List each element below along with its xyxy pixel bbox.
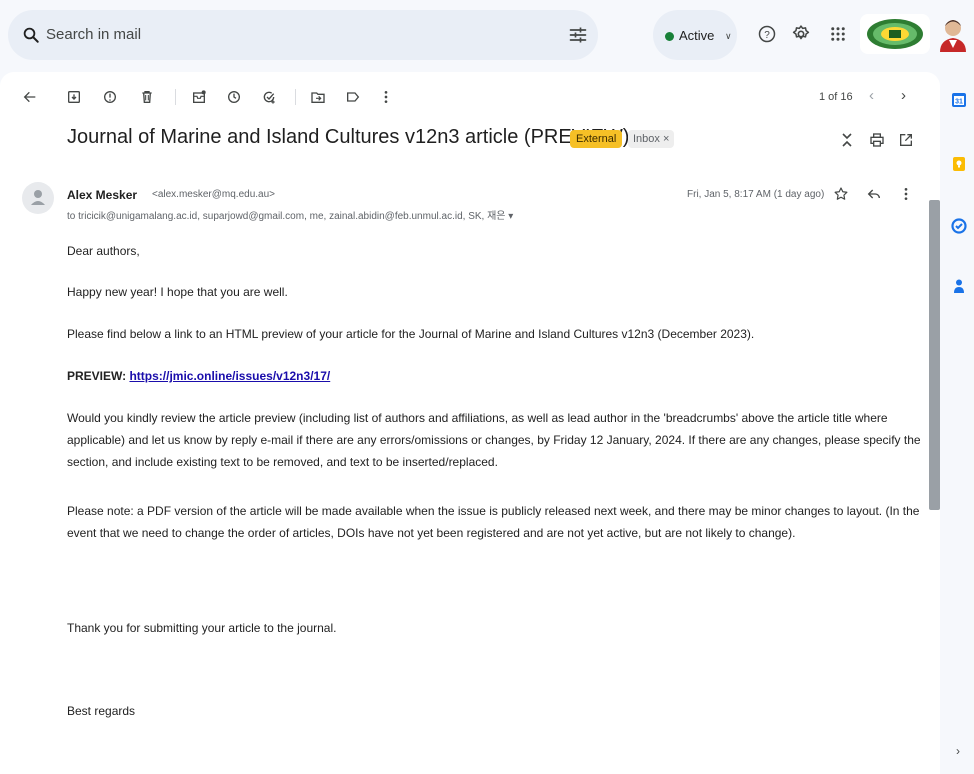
email-subject: Journal of Marine and Island Cultures v1… (67, 126, 630, 148)
preview-label: PREVIEW: (67, 369, 127, 383)
remove-label-icon[interactable]: × (663, 133, 669, 145)
archive-icon[interactable] (66, 89, 82, 105)
open-in-new-window-icon[interactable] (898, 132, 914, 148)
show-details-caret-icon[interactable]: ▾ (508, 211, 513, 222)
pagination-count: 1 of 16 (819, 91, 853, 103)
print-icon[interactable] (869, 132, 885, 148)
body-paragraph-5: Thank you for submitting your article to… (67, 621, 337, 635)
search-bar[interactable]: Search in mail (8, 10, 598, 60)
collapse-all-icon[interactable] (839, 132, 855, 148)
mark-unread-icon[interactable] (191, 89, 207, 105)
move-to-icon[interactable] (310, 89, 326, 105)
delete-icon[interactable] (139, 89, 155, 105)
report-spam-icon[interactable] (102, 89, 118, 105)
calendar-icon[interactable]: 31 (951, 92, 967, 108)
side-panel-rail: 31 › (944, 72, 974, 774)
external-label-badge[interactable]: External (570, 130, 623, 148)
body-paragraph-4: Please note: a PDF version of the articl… (67, 504, 920, 540)
top-bar: Search in mail Active ∨ ? (0, 0, 974, 68)
more-vert-icon[interactable] (378, 89, 394, 105)
inbox-label-badge[interactable]: Inbox × (628, 130, 675, 148)
sender-avatar[interactable] (22, 182, 54, 214)
status-dot (665, 32, 674, 41)
older-chevron-right-icon[interactable]: › (901, 87, 906, 104)
newer-chevron-left-icon[interactable]: ‹ (869, 87, 874, 104)
toolbar-divider (295, 89, 296, 105)
settings-gear-icon[interactable] (791, 24, 811, 44)
sender-email: <alex.mesker@mq.edu.au> (152, 189, 275, 200)
status-label: Active (679, 28, 715, 43)
expand-side-panel-chevron-icon[interactable]: › (956, 744, 960, 758)
body-paragraph-3: Would you kindly review the article prev… (67, 411, 921, 469)
svg-text:?: ? (764, 30, 770, 41)
snooze-icon[interactable] (226, 89, 242, 105)
message-panel: 1 of 16 ‹ › Journal of Marine and Island… (0, 72, 940, 774)
organization-logo[interactable] (860, 14, 930, 54)
body-greeting: Dear authors, (67, 244, 140, 258)
email-date: Fri, Jan 5, 8:17 AM (1 day ago) (687, 189, 825, 200)
account-avatar[interactable] (938, 16, 968, 52)
scrollbar-thumb[interactable] (929, 200, 940, 510)
help-icon[interactable]: ? (757, 24, 777, 44)
preview-line: PREVIEW: https://jmic.online/issues/v12n… (67, 365, 922, 387)
label-icon[interactable] (345, 89, 361, 105)
reply-icon[interactable] (866, 186, 882, 202)
recipients-list[interactable]: to tricicik@unigamalang.ac.id, suparjowd… (67, 207, 513, 222)
back-arrow-icon[interactable] (22, 89, 38, 105)
search-input[interactable]: Search in mail (46, 26, 141, 43)
search-options-icon[interactable] (568, 25, 588, 45)
toolbar-divider (175, 89, 176, 105)
recipients-text: to tricicik@unigamalang.ac.id, suparjowd… (67, 211, 506, 222)
search-icon[interactable] (22, 26, 40, 44)
tasks-icon[interactable] (951, 218, 967, 234)
preview-link[interactable]: https://jmic.online/issues/v12n3/17/ (129, 369, 330, 383)
apps-grid-icon[interactable] (828, 24, 848, 44)
chevron-down-icon: ∨ (725, 31, 732, 41)
body-closing: Best regards (67, 704, 136, 718)
add-task-icon[interactable] (261, 89, 277, 105)
message-toolbar: 1 of 16 ‹ › (0, 72, 940, 122)
keep-icon[interactable] (951, 156, 967, 172)
inbox-label-text: Inbox (633, 133, 660, 145)
calendar-day: 31 (955, 99, 963, 106)
body-paragraph-1: Happy new year! I hope that you are well… (67, 285, 288, 299)
body-paragraph-2: Please find below a link to an HTML prev… (67, 327, 755, 341)
contacts-icon[interactable] (951, 278, 967, 294)
status-selector[interactable]: Active ∨ (653, 10, 737, 60)
star-icon[interactable] (833, 186, 849, 202)
sender-name[interactable]: Alex Mesker (67, 188, 137, 202)
message-more-vert-icon[interactable] (898, 186, 914, 202)
